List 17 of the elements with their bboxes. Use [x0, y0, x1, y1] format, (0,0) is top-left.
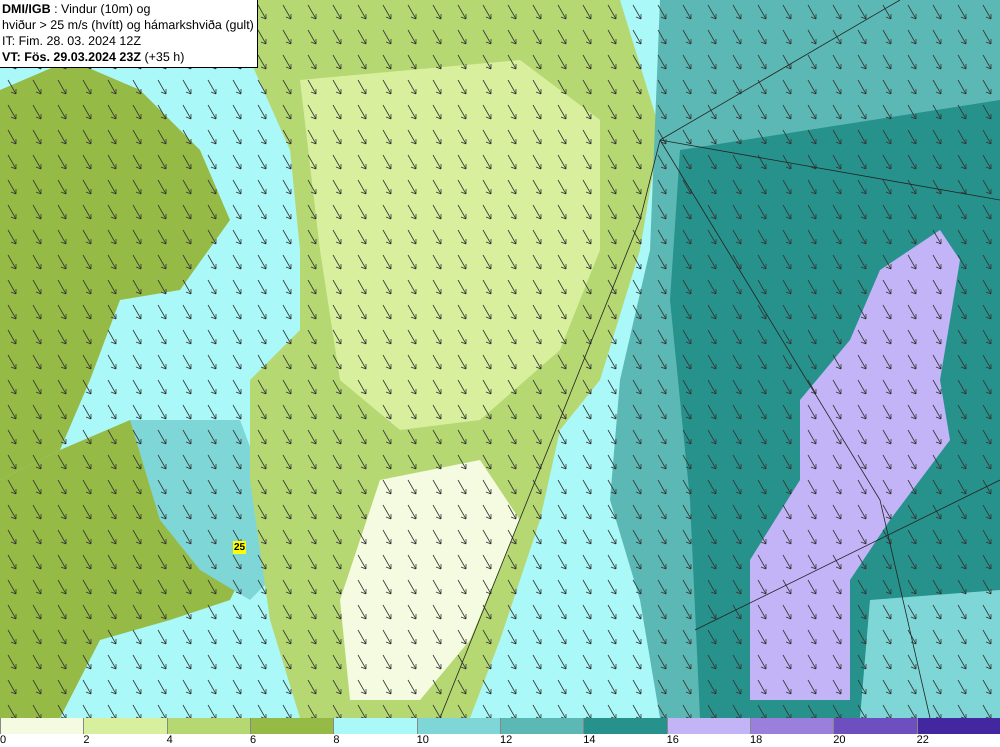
- legend-label: 16: [666, 734, 679, 746]
- legend-label: 4: [166, 734, 173, 746]
- header-line: VT: Fös. 29.03.2024 23Z (+35 h): [2, 49, 186, 65]
- legend-label: 12: [500, 734, 512, 746]
- legend-label: 10: [416, 734, 429, 746]
- gust-label: 25: [233, 541, 246, 554]
- legend-label: 20: [833, 734, 846, 746]
- legend-label: 18: [750, 734, 762, 746]
- header-line: hviður > 25 m/s (hvítt) og hámarkshviða (gult): [2, 17, 254, 33]
- legend-label: 0: [0, 734, 6, 746]
- legend-label: 8: [333, 734, 340, 746]
- legend-label: 2: [83, 734, 90, 746]
- header-line: DMI/IGB : Vindur (10m) og: [2, 1, 152, 17]
- legend-label: 6: [250, 734, 256, 746]
- header-line: IT: Fim. 28. 03. 2024 12Z: [2, 33, 142, 49]
- legend-label: 22: [916, 734, 929, 746]
- legend-label: 14: [583, 734, 596, 746]
